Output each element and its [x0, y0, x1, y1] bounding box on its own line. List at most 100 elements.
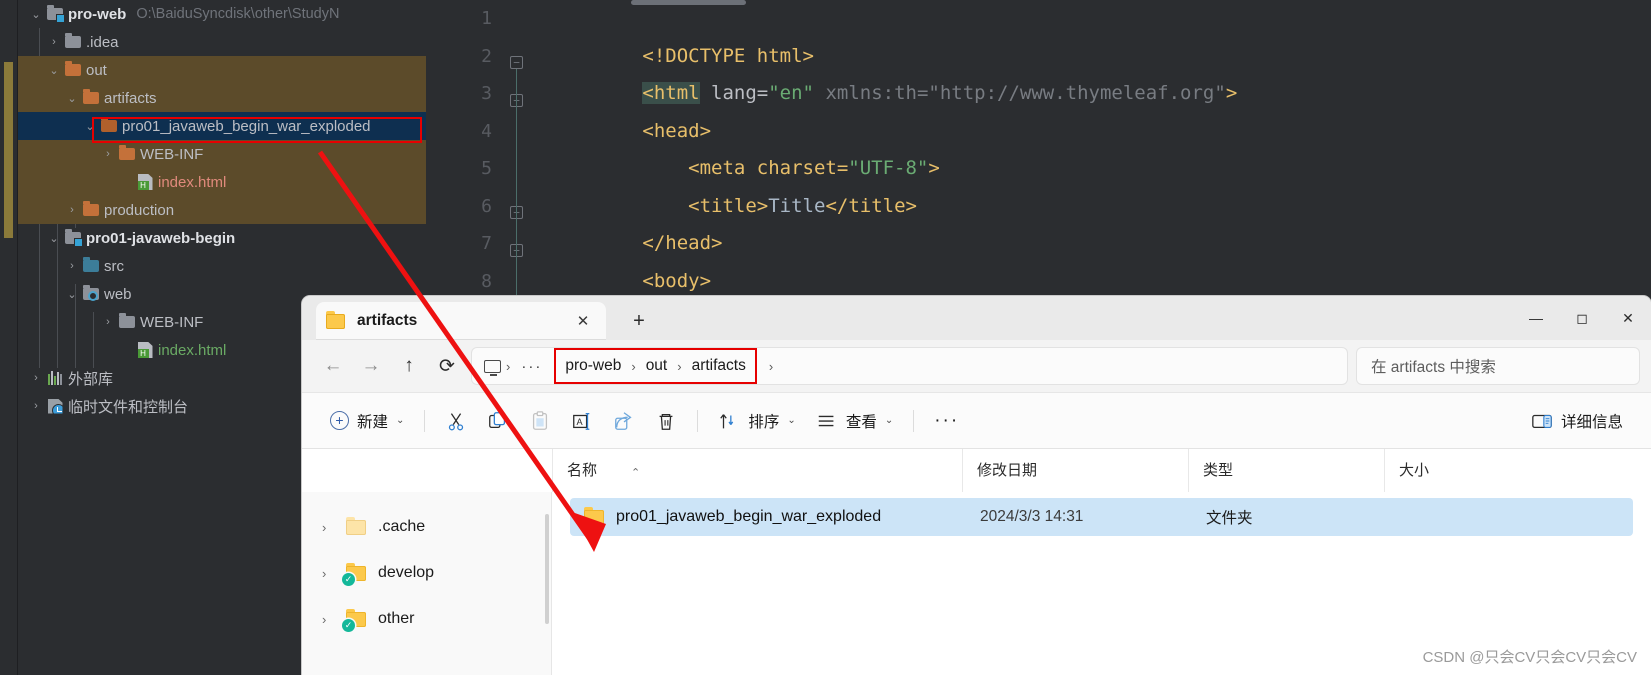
explorer-titlebar: artifacts ✕ + — ◻ ✕	[302, 296, 1651, 340]
view-button[interactable]: 查看 ⌄	[806, 402, 903, 440]
tree-item-label: artifacts	[104, 89, 157, 107]
chevron-down-icon[interactable]: ⌄	[787, 415, 795, 426]
folder-grey-icon	[116, 313, 138, 328]
more-options-button[interactable]: ···	[924, 402, 969, 440]
maximize-button[interactable]: ◻	[1559, 296, 1605, 340]
monitor-icon[interactable]	[484, 359, 501, 376]
table-row[interactable]: pro01_javaweb_begin_war_exploded 2024/3/…	[570, 498, 1633, 536]
chevron-down-icon[interactable]: ⌄	[885, 415, 893, 426]
close-tab-icon[interactable]: ✕	[570, 312, 596, 330]
nav-item-develop[interactable]: › develop	[302, 550, 551, 596]
editor-code[interactable]: <!DOCTYPE html> <html lang="en" xmlns:th…	[528, 0, 1651, 300]
code-token: <head>	[642, 119, 712, 142]
tree-item-label: pro-web	[68, 5, 127, 23]
breadcrumb-item-artifacts[interactable]: artifacts	[683, 357, 755, 375]
chevron-down-icon[interactable]: ⌄	[46, 64, 62, 77]
code-token: >	[928, 157, 940, 179]
delete-button[interactable]	[645, 402, 687, 440]
chevron-placeholder-icon: ›	[118, 176, 134, 188]
nav-item-cache[interactable]: › .cache	[302, 504, 551, 550]
chevron-right-icon[interactable]: ›	[100, 148, 116, 160]
explorer-address-row: ← → ↑ ⟳ › ··· pro-web › out › artifacts …	[302, 340, 1651, 392]
up-button[interactable]: ↑	[390, 349, 428, 383]
tab-label: artifacts	[357, 312, 418, 329]
new-label: 新建	[357, 413, 389, 431]
chevron-right-icon[interactable]: ›	[64, 260, 80, 272]
view-list-icon	[818, 415, 834, 426]
file-modified-cell: 2024/3/3 14:31	[980, 508, 1084, 525]
chevron-right-icon[interactable]: ›	[28, 372, 44, 384]
clipboard-icon	[533, 410, 548, 430]
divider	[913, 409, 915, 432]
share-button[interactable]	[603, 402, 645, 440]
tree-item-web-inf-out[interactable]: › WEB-INF	[18, 140, 426, 168]
navigation-pane-scrollbar[interactable]	[545, 514, 549, 624]
search-input[interactable]: 在 artifacts 中搜索	[1357, 348, 1639, 384]
line-number: 5	[481, 158, 492, 179]
chevron-down-icon[interactable]: ⌄	[64, 92, 80, 105]
column-header-size[interactable]: 大小	[1384, 448, 1651, 493]
chevron-right-icon[interactable]: ›	[322, 520, 346, 535]
chevron-down-icon[interactable]: ⌄	[396, 415, 404, 426]
refresh-button[interactable]: ⟳	[428, 349, 466, 383]
project-path: O:\BaiduSyncdisk\other\StudyN	[136, 6, 340, 22]
cut-button[interactable]	[435, 402, 477, 440]
explorer-navigation-pane[interactable]: › .cache › develop › other	[302, 492, 552, 675]
chevron-placeholder-icon: ›	[118, 344, 134, 356]
paste-button	[519, 402, 561, 440]
tree-item-pro01-javaweb-begin[interactable]: ⌄ pro01-javaweb-begin	[18, 224, 426, 252]
chevron-down-icon[interactable]: ⌄	[64, 288, 80, 301]
explorer-tab-artifacts[interactable]: artifacts ✕	[316, 302, 606, 340]
chevron-right-icon[interactable]: ›	[28, 400, 44, 412]
tree-item-pro-web[interactable]: ⌄ pro-web O:\BaiduSyncdisk\other\StudyN	[18, 0, 426, 28]
tree-item-label: WEB-INF	[140, 313, 204, 331]
tree-item-idea[interactable]: › .idea	[18, 28, 426, 56]
chevron-down-icon[interactable]: ⌄	[28, 8, 44, 21]
fold-toggle-icon[interactable]: −	[510, 56, 523, 69]
sort-button[interactable]: 排序 ⌄	[708, 402, 805, 440]
breadcrumb-item-out[interactable]: out	[637, 357, 677, 375]
tree-item-src[interactable]: › src	[18, 252, 426, 280]
column-header-name[interactable]: ⌃ 名称	[552, 448, 962, 493]
tree-item-production[interactable]: › production	[18, 196, 426, 224]
sort-icon	[720, 413, 734, 428]
breadcrumb-item-pro-web[interactable]: pro-web	[556, 357, 630, 375]
file-explorer-window[interactable]: artifacts ✕ + — ◻ ✕ ← → ↑ ⟳ › ··· pro-we…	[302, 296, 1651, 675]
tree-item-label: index.html	[158, 173, 227, 191]
tree-item-label: pro01-javaweb-begin	[86, 229, 236, 247]
back-button[interactable]: ←	[314, 349, 352, 383]
chevron-right-icon[interactable]: ›	[100, 316, 116, 328]
forward-button[interactable]: →	[352, 349, 390, 383]
details-label: 详细信息	[1560, 413, 1623, 431]
new-tab-button[interactable]: +	[626, 308, 652, 334]
nav-item-other[interactable]: › other	[302, 596, 551, 642]
new-button[interactable]: + 新建 ⌄	[320, 402, 414, 440]
chevron-right-icon[interactable]: ›	[46, 36, 62, 48]
nav-item-label: develop	[378, 564, 435, 581]
rename-button[interactable]: A	[561, 402, 603, 440]
copy-button[interactable]	[477, 402, 519, 440]
close-window-button[interactable]: ✕	[1605, 296, 1651, 340]
code-token: <!DOCTYPE html>	[642, 44, 814, 67]
column-header-type[interactable]: 类型	[1188, 448, 1384, 493]
tree-item-artifacts[interactable]: ⌄ artifacts	[18, 84, 426, 112]
chevron-down-icon[interactable]: ⌄	[46, 232, 62, 245]
trash-icon	[659, 413, 673, 430]
copy-icon	[489, 411, 506, 428]
code-editor[interactable]: 1 2 3 4 5 6 7 8 − − − − <!DOCTYPE html>	[426, 0, 1651, 300]
tree-item-pro01-javaweb-begin-war-exploded[interactable]: ⌄ pro01_javaweb_begin_war_exploded	[18, 112, 426, 140]
details-pane-button[interactable]: 详细信息	[1521, 402, 1633, 440]
tree-item-out[interactable]: ⌄ out	[18, 56, 426, 84]
column-header-modified[interactable]: 修改日期	[962, 448, 1188, 493]
file-type-cell: 文件夹	[1206, 510, 1253, 527]
window-controls[interactable]: — ◻ ✕	[1513, 296, 1651, 340]
tree-item-index-html-out[interactable]: › index.html	[18, 168, 426, 196]
breadcrumb-overflow-button[interactable]: ···	[511, 358, 552, 375]
sort-label: 排序	[748, 413, 780, 431]
tree-item-label: pro01_javaweb_begin_war_exploded	[122, 117, 371, 135]
chevron-down-icon[interactable]: ⌄	[82, 120, 98, 133]
chevron-right-icon[interactable]: ›	[64, 204, 80, 216]
address-bar[interactable]: › ··· pro-web › out › artifacts ›	[472, 348, 1347, 384]
minimize-button[interactable]: —	[1513, 296, 1559, 340]
breadcrumb-trailing-separator[interactable]: ›	[759, 359, 774, 374]
